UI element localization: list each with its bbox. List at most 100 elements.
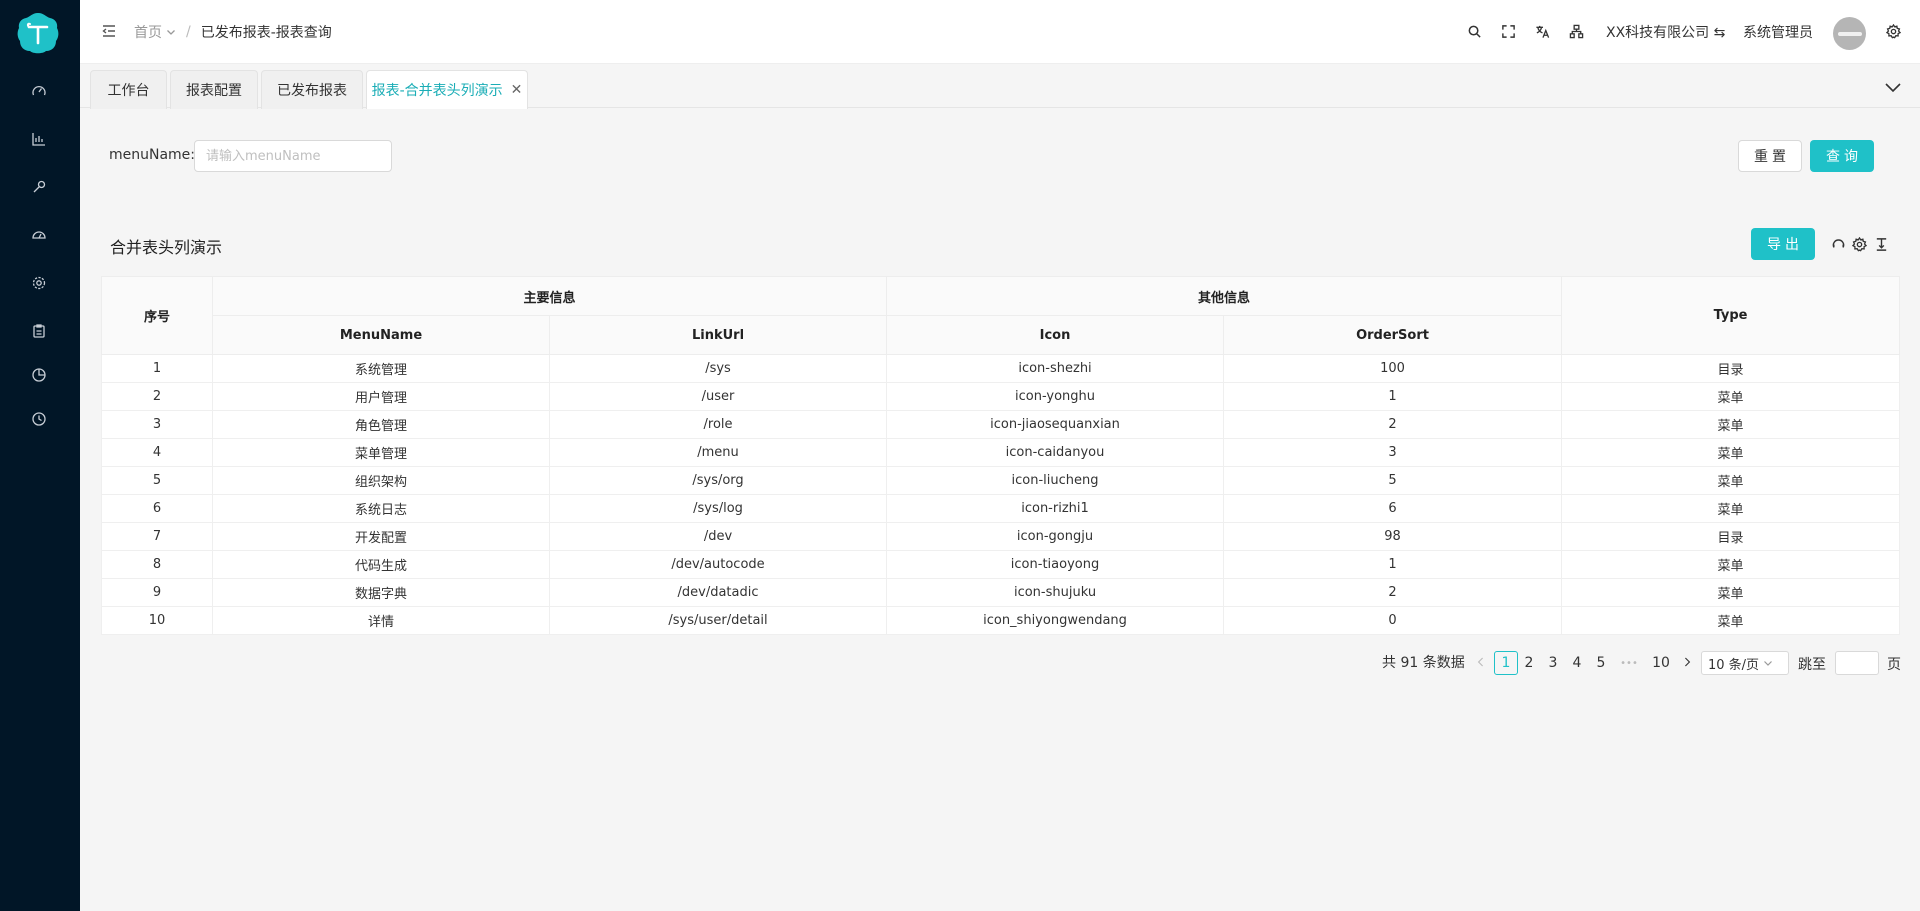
page-4[interactable]: 4 xyxy=(1566,651,1588,675)
top-header: 首页 / 已发布报表-报表查询 XX科技有限公司 ⇆ 系统管理员 xyxy=(80,0,1920,64)
cell-type: 菜单 xyxy=(1561,494,1901,523)
settings-icon[interactable] xyxy=(1850,235,1868,253)
cell-order-sort: 2 xyxy=(1223,410,1563,439)
cell-link-url: /sys xyxy=(548,354,888,383)
tab-workbench[interactable]: 工作台 xyxy=(90,70,167,109)
chart-icon[interactable] xyxy=(28,128,50,150)
cell-type: 菜单 xyxy=(1561,550,1901,579)
cell-icon: icon-liucheng xyxy=(886,466,1225,495)
cell-index: 7 xyxy=(101,522,213,551)
page-3[interactable]: 3 xyxy=(1542,651,1564,675)
page-ellipsis[interactable]: ••• xyxy=(1616,651,1642,675)
cell-type: 菜单 xyxy=(1561,578,1901,607)
tab-published-reports[interactable]: 已发布报表 xyxy=(261,70,363,109)
cell-order-sort: 0 xyxy=(1223,606,1563,635)
jump-page-input[interactable] xyxy=(1835,651,1879,675)
reset-button[interactable]: 重置 xyxy=(1738,140,1802,172)
tab-bar: 工作台 报表配置 已发布报表 报表-合并表头列演示 ✕ xyxy=(80,64,1920,109)
close-icon[interactable]: ✕ xyxy=(511,82,523,98)
search-icon[interactable] xyxy=(1465,22,1483,40)
settings-icon[interactable] xyxy=(1884,22,1902,40)
company-name: XX科技有限公司 xyxy=(1606,25,1710,41)
cell-menu-name: 系统日志 xyxy=(212,494,550,523)
table-row: 1 系统管理/sys icon-shezhi 100 目录 xyxy=(101,354,1901,383)
menu-name-label: menuName: xyxy=(109,147,196,163)
page-size-select[interactable]: 10 条/页 xyxy=(1701,651,1789,675)
cell-type: 菜单 xyxy=(1561,606,1901,635)
cell-type: 菜单 xyxy=(1561,466,1901,495)
cell-index: 2 xyxy=(101,382,213,411)
tab-label: 报表-合并表头列演示 xyxy=(371,83,503,99)
breadcrumb: 首页 / 已发布报表-报表查询 xyxy=(134,22,332,42)
page-size-value: 10 条/页 xyxy=(1708,657,1760,673)
translate-icon[interactable] xyxy=(1533,22,1551,40)
org-tree-icon[interactable] xyxy=(1567,22,1585,40)
cell-order-sort: 1 xyxy=(1223,550,1563,579)
user-name[interactable]: 系统管理员 xyxy=(1743,22,1813,42)
column-header-link-url: LinkUrl xyxy=(548,315,888,355)
cell-link-url: /sys/log xyxy=(548,494,888,523)
cell-index: 1 xyxy=(101,354,213,383)
avatar[interactable] xyxy=(1833,17,1866,50)
menu-name-input[interactable] xyxy=(194,140,392,172)
cell-menu-name: 菜单管理 xyxy=(212,438,550,467)
chevron-down-icon[interactable] xyxy=(166,27,176,37)
cell-menu-name: 数据字典 xyxy=(212,578,550,607)
fullscreen-icon[interactable] xyxy=(1499,22,1517,40)
chevron-down-icon[interactable] xyxy=(1884,78,1902,96)
export-button[interactable]: 导出 xyxy=(1751,228,1815,260)
page-1[interactable]: 1 xyxy=(1494,651,1518,675)
cell-type: 菜单 xyxy=(1561,382,1901,411)
query-button[interactable]: 查询 xyxy=(1810,140,1874,172)
clipboard-icon[interactable] xyxy=(28,320,50,342)
cell-menu-name: 组织架构 xyxy=(212,466,550,495)
table-title: 合并表头列演示 xyxy=(110,238,223,257)
cell-index: 5 xyxy=(101,466,213,495)
table-row: 3 角色管理/role icon-jiaosequanxian 2 菜单 xyxy=(101,410,1901,439)
cell-link-url: /sys/user/detail xyxy=(548,606,888,635)
table-row: 8 代码生成/dev/autocode icon-tiaoyong 1 菜单 xyxy=(101,550,1901,579)
jump-label: 跳至 xyxy=(1798,657,1826,673)
gear-icon[interactable] xyxy=(28,272,50,294)
logo[interactable] xyxy=(15,10,61,56)
table-row: 10 详情/sys/user/detail icon_shiyongwendang 0… xyxy=(101,606,1901,635)
tab-report-config[interactable]: 报表配置 xyxy=(170,70,258,109)
tab-merged-header-demo[interactable]: 报表-合并表头列演示 ✕ xyxy=(366,70,528,109)
table-row: 9 数据字典/dev/datadic icon-shujuku 2 菜单 xyxy=(101,578,1901,607)
cell-menu-name: 系统管理 xyxy=(212,354,550,383)
clock-icon[interactable] xyxy=(28,408,50,430)
tool-icon[interactable] xyxy=(28,176,50,198)
company-switcher[interactable]: XX科技有限公司 ⇆ xyxy=(1606,22,1725,42)
dashboard-icon[interactable] xyxy=(28,80,50,102)
breadcrumb-home[interactable]: 首页 xyxy=(134,22,162,42)
cell-icon: icon-shezhi xyxy=(886,354,1225,383)
next-page-icon[interactable] xyxy=(1679,652,1695,672)
cell-type: 菜单 xyxy=(1561,438,1901,467)
prev-page-icon[interactable] xyxy=(1473,652,1489,672)
density-icon[interactable] xyxy=(1872,235,1890,253)
cell-icon: icon-jiaosequanxian xyxy=(886,410,1225,439)
cell-index: 9 xyxy=(101,578,213,607)
tab-label: 报表配置 xyxy=(186,83,242,99)
menu-fold-icon[interactable] xyxy=(100,22,118,40)
cell-type: 目录 xyxy=(1561,522,1901,551)
cell-order-sort: 98 xyxy=(1223,522,1563,551)
speedometer-icon[interactable] xyxy=(28,224,50,246)
cell-order-sort: 1 xyxy=(1223,382,1563,411)
cell-order-sort: 100 xyxy=(1223,354,1563,383)
cell-icon: icon-shujuku xyxy=(886,578,1225,607)
cell-index: 8 xyxy=(101,550,213,579)
cell-icon: icon-tiaoyong xyxy=(886,550,1225,579)
refresh-icon[interactable] xyxy=(1829,235,1847,253)
page-2[interactable]: 2 xyxy=(1518,651,1540,675)
cell-index: 4 xyxy=(101,438,213,467)
page-10[interactable]: 10 xyxy=(1649,651,1673,675)
column-header-index: 序号 xyxy=(101,276,213,355)
cell-order-sort: 5 xyxy=(1223,466,1563,495)
cell-icon: icon-yonghu xyxy=(886,382,1225,411)
cell-icon: icon-caidanyou xyxy=(886,438,1225,467)
sidebar xyxy=(0,0,80,911)
pie-chart-icon[interactable] xyxy=(28,364,50,386)
swap-icon: ⇆ xyxy=(1713,25,1726,41)
page-5[interactable]: 5 xyxy=(1590,651,1612,675)
